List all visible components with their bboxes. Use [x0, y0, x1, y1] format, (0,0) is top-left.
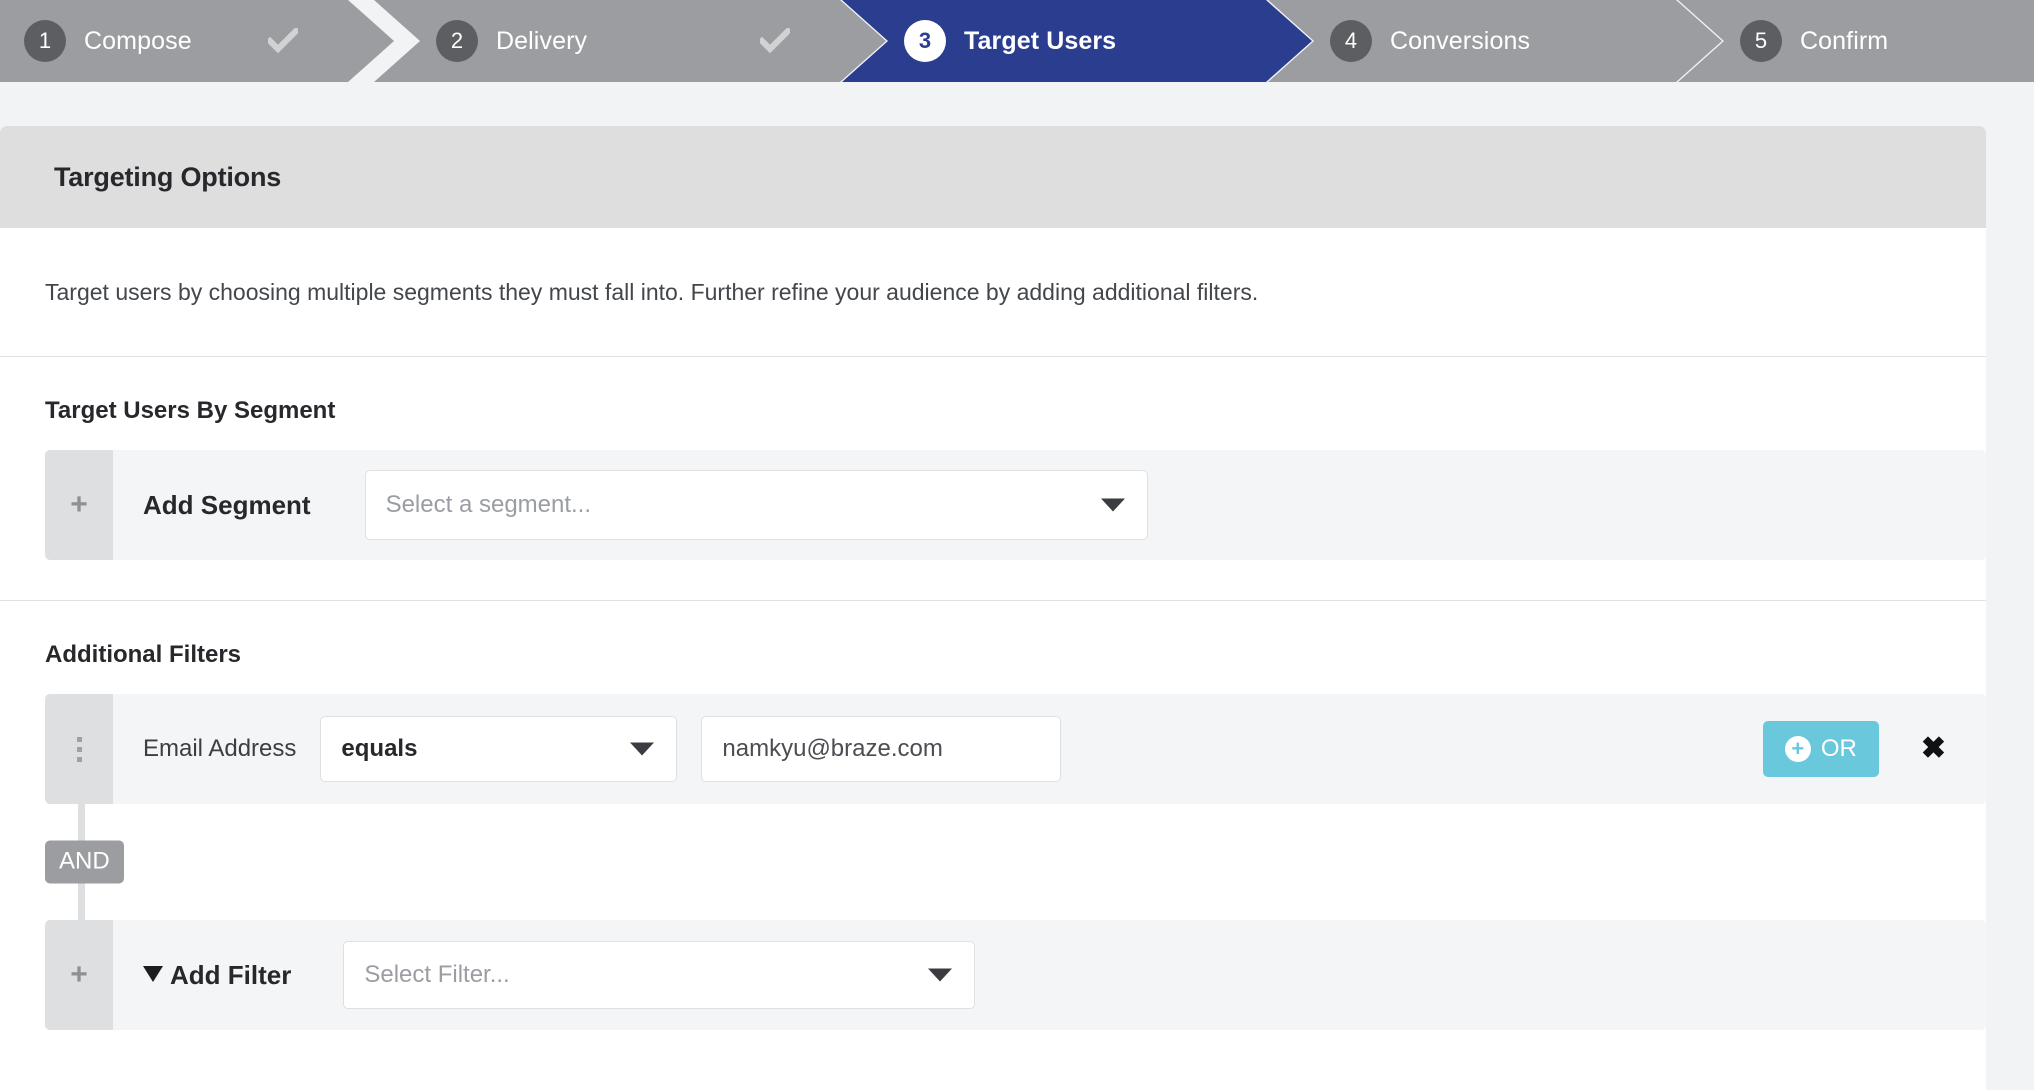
caret-down-icon — [1100, 498, 1125, 512]
panel-header: Targeting Options — [0, 126, 1986, 228]
filter-row: Email Address equals namkyu@braze.com + … — [45, 694, 1986, 805]
filter-attribute-label: Email Address — [143, 735, 297, 763]
segment-select[interactable]: Select a segment... — [364, 470, 1148, 541]
caret-down-icon — [630, 742, 655, 756]
add-segment-button[interactable]: + — [45, 450, 113, 561]
wizard-step-conversions[interactable]: 4 Conversions — [1268, 0, 1722, 82]
plus-icon: + — [70, 958, 88, 992]
segment-section-title: Target Users By Segment — [45, 397, 336, 425]
wizard-step-confirm[interactable]: 5 Confirm — [1678, 0, 2034, 82]
or-button-label: OR — [1820, 735, 1857, 763]
segment-select-placeholder: Select a segment... — [385, 491, 592, 519]
add-filter-row: + Add Filter Select Filter... — [45, 920, 1986, 1031]
add-filter-label: Add Filter — [113, 960, 315, 991]
add-segment-label: Add Segment — [143, 489, 311, 520]
funnel-icon — [143, 966, 163, 983]
step-number: 2 — [436, 20, 478, 62]
step-label: Confirm — [1800, 26, 1889, 55]
step-label: Delivery — [496, 26, 588, 55]
filter-value-input[interactable]: namkyu@braze.com — [701, 716, 1062, 783]
filter-select[interactable]: Select Filter... — [343, 941, 976, 1010]
filter-select-placeholder: Select Filter... — [364, 961, 510, 989]
drag-handle-icon[interactable] — [45, 694, 113, 805]
remove-filter-button[interactable]: ✖ — [1921, 734, 1946, 764]
step-label: Conversions — [1390, 26, 1531, 55]
add-or-condition-button[interactable]: + OR — [1762, 721, 1879, 778]
page-title: Targeting Options — [54, 161, 282, 192]
check-icon — [760, 28, 790, 54]
step-number: 3 — [904, 20, 946, 62]
wizard-step-delivery[interactable]: 2 Delivery — [374, 0, 886, 82]
step-label: Target Users — [964, 26, 1117, 55]
circle-plus-icon: + — [1784, 736, 1811, 763]
targeting-options-panel: Targeting Options Target users by choosi… — [0, 126, 1986, 1090]
wizard-step-compose[interactable]: 1 Compose — [0, 0, 394, 82]
step-wizard: 1 Compose 2 Delivery 3 Target Users 4 Co… — [0, 0, 2034, 82]
wizard-step-target-users[interactable]: 3 Target Users — [842, 0, 1312, 82]
and-connector: AND — [45, 804, 1986, 921]
step-label: Compose — [84, 26, 192, 55]
caret-down-icon — [928, 968, 953, 982]
add-filter-button[interactable]: + — [45, 920, 113, 1031]
add-filter-label-text: Add Filter — [170, 959, 292, 990]
drag-handle-dots — [76, 736, 82, 762]
filters-section-title: Additional Filters — [45, 641, 242, 669]
filter-value-text: namkyu@braze.com — [722, 735, 943, 763]
filter-operator-select[interactable]: equals — [320, 716, 678, 783]
plus-icon: + — [70, 488, 88, 522]
filters-section: Additional Filters Email Address equals … — [0, 601, 1986, 1090]
add-segment-row: + Add Segment Select a segment... — [45, 450, 1986, 561]
step-number: 4 — [1330, 20, 1372, 62]
and-badge: AND — [45, 840, 124, 884]
check-icon — [268, 28, 298, 54]
segment-section: Target Users By Segment + Add Segment Se… — [0, 357, 1986, 602]
panel-description: Target users by choosing multiple segmen… — [0, 228, 1986, 358]
step-number: 1 — [24, 20, 66, 62]
step-number: 5 — [1740, 20, 1782, 62]
filter-operator-value: equals — [341, 735, 418, 763]
